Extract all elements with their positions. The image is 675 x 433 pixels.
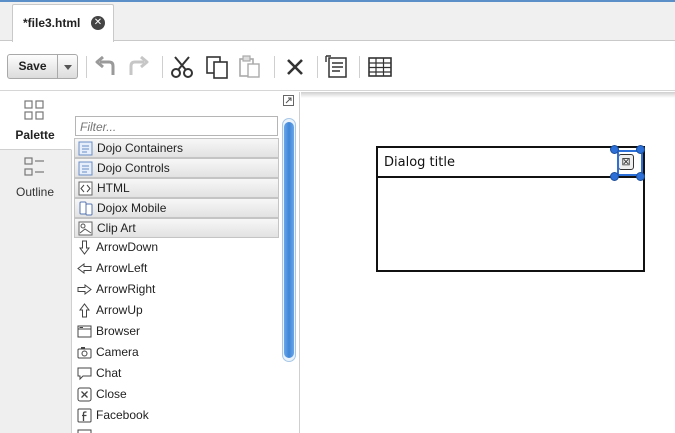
palette-item-label: Facebook [96, 408, 149, 422]
palette-category-dojo-controls[interactable]: Dojo Controls [74, 158, 279, 178]
palette-item-camera[interactable]: Camera [74, 343, 279, 363]
camera-icon [77, 347, 92, 359]
selection-handle-bottom-right[interactable] [636, 172, 645, 181]
toolbar-separator [274, 56, 275, 78]
dialog-title: Dialog title [384, 155, 455, 170]
palette-icon [24, 100, 44, 120]
canvas-top-shadow [301, 92, 675, 98]
maximize-icon[interactable] [283, 95, 294, 106]
palette-item-label: ArrowUp [96, 303, 143, 317]
mobile-icon [79, 201, 93, 216]
palette-item-arrowdown[interactable]: ArrowDown [74, 238, 279, 258]
redo-icon[interactable] [125, 53, 153, 81]
tab-close-icon[interactable]: ✕ [91, 16, 105, 30]
undo-icon[interactable] [91, 53, 119, 81]
tab-label: *file3.html [23, 16, 81, 30]
palette-category-html[interactable]: HTML [74, 178, 279, 198]
paste-icon[interactable] [235, 53, 263, 81]
rail-label-palette: Palette [15, 128, 55, 142]
palette-item-label: Browser [96, 324, 141, 338]
toolbar-separator [86, 56, 87, 78]
palette-category-clip-art[interactable]: Clip Art [74, 218, 279, 238]
palette-category-label: Dojox Mobile [97, 201, 167, 215]
rail-label-outline: Outline [15, 185, 55, 199]
html-icon [78, 181, 93, 196]
toolbar-separator [162, 56, 163, 78]
palette-item-browser[interactable]: Browser [74, 322, 279, 342]
dialog-title-bar[interactable]: Dialog title ⊠ [378, 148, 643, 178]
palette-category-label: Clip Art [97, 221, 136, 235]
chat-icon [77, 367, 92, 381]
palette-item-label: ArrowLeft [96, 261, 148, 275]
close-icon [77, 387, 92, 402]
selection-handle-bottom-left[interactable] [610, 172, 619, 181]
outline-icon [24, 157, 44, 176]
delete-icon[interactable] [281, 53, 309, 81]
palette-item-label: Chat [96, 366, 122, 380]
palette-item-arrowright[interactable]: ArrowRight [74, 280, 279, 300]
selection-handle-top-right[interactable] [636, 145, 645, 154]
palette-filter-input[interactable] [75, 116, 278, 136]
cut-icon[interactable] [168, 53, 196, 81]
copy-icon[interactable] [203, 53, 231, 81]
toolbar-separator [359, 56, 360, 78]
dijit-icon [78, 141, 93, 156]
arrow-up-icon [79, 303, 90, 318]
dijit-icon [78, 161, 93, 176]
design-canvas[interactable]: Dialog title ⊠ [301, 92, 675, 433]
table-icon[interactable] [366, 53, 394, 81]
palette-item-label: ArrowRight [96, 282, 156, 296]
tab-file3-html[interactable]: *file3.html ✕ [12, 4, 114, 42]
palette-category-label: HTML [97, 181, 130, 195]
palette-item-label: ArrowDown [96, 240, 159, 254]
dialog-widget[interactable]: Dialog title ⊠ [376, 146, 645, 272]
arrow-right-icon [77, 284, 92, 295]
save-dropdown-button[interactable] [57, 54, 78, 79]
palette-category-label: Dojo Containers [97, 141, 184, 155]
browser-icon [77, 325, 92, 338]
rail-tab-outline[interactable]: Outline [0, 151, 72, 207]
palette-panel: Dojo Containers Dojo Controls HTML Dojox… [72, 92, 300, 433]
palette-item-chat[interactable]: Chat [74, 364, 279, 384]
arrow-left-icon [77, 263, 92, 274]
palette-item-label: Close [96, 387, 127, 401]
palette-category-dojo-containers[interactable]: Dojo Containers [74, 138, 279, 158]
palette-item-facebook[interactable]: Facebook [74, 406, 279, 426]
arrow-down-icon [79, 240, 90, 255]
palette-category-label: Dojo Controls [97, 161, 170, 175]
facebook-icon [77, 408, 92, 423]
side-rail: Palette Outline [0, 92, 72, 433]
palette-scrollbar-thumb[interactable] [284, 122, 294, 358]
rail-tab-palette[interactable]: Palette [0, 92, 72, 150]
palette-item-arrowleft[interactable]: ArrowLeft [74, 259, 279, 279]
palette-category-dojox-mobile[interactable]: Dojox Mobile [74, 198, 279, 218]
palette-item-close[interactable]: Close [74, 385, 279, 405]
toolbar: Save [0, 42, 675, 91]
palette-item-partial [74, 427, 279, 433]
clipart-icon [78, 221, 93, 236]
save-button[interactable]: Save [7, 54, 58, 79]
editor-tab-bar: *file3.html ✕ [0, 0, 675, 42]
tab-bar-accent-line [0, 0, 675, 2]
toolbar-separator [317, 56, 318, 78]
cutoff-icon [77, 429, 92, 433]
palette-item-label: Camera [96, 345, 139, 359]
palette-item-arrowup[interactable]: ArrowUp [74, 301, 279, 321]
selection-handle-top-left[interactable] [610, 145, 619, 154]
source-icon[interactable] [323, 53, 351, 81]
